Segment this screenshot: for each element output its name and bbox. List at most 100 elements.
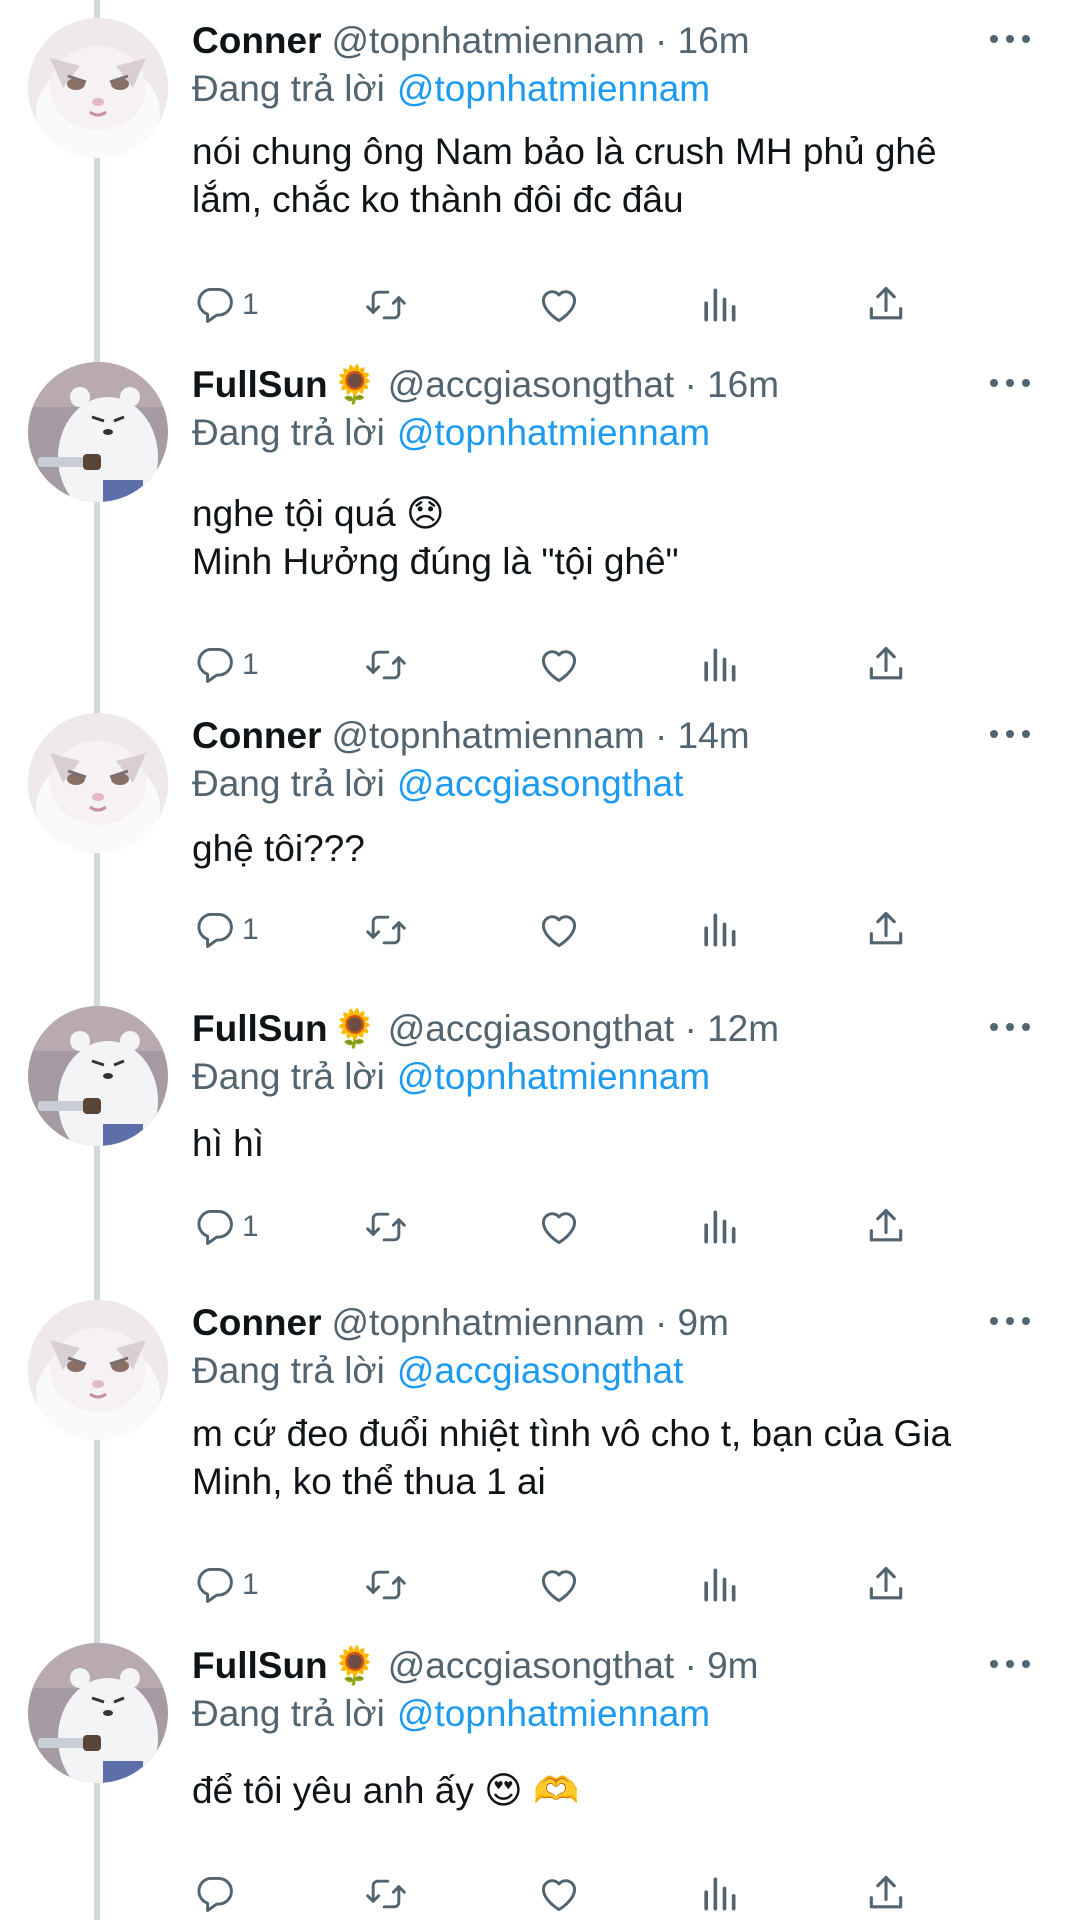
replying-to-mention[interactable]: @topnhatmiennam [397, 1056, 710, 1097]
views-button[interactable] [697, 905, 741, 955]
replying-to-mention[interactable]: @topnhatmiennam [397, 412, 710, 453]
tweet-actions [192, 1869, 952, 1919]
retweet-button[interactable] [364, 1202, 408, 1252]
reply-icon [197, 647, 233, 683]
share-icon [869, 911, 903, 945]
author-name[interactable]: Conner [192, 715, 322, 756]
tweet-header: FullSun 🌻 @accgiasongthat · 12m [192, 1006, 779, 1052]
author-handle-time: @topnhatmiennam · 16m [331, 20, 750, 61]
share-button[interactable] [864, 905, 908, 955]
share-button[interactable] [864, 1560, 908, 1610]
reply-icon [197, 912, 233, 948]
name-emoji: 🌻 [331, 1008, 378, 1049]
reply-button[interactable]: 1 [192, 280, 259, 330]
like-button[interactable] [537, 1202, 581, 1252]
author-handle-time: @accgiasongthat · 12m [387, 1008, 780, 1049]
like-button[interactable] [537, 905, 581, 955]
share-button[interactable] [864, 640, 908, 690]
author-handle-time: @topnhatmiennam · 14m [331, 715, 750, 756]
views-button[interactable] [697, 1202, 741, 1252]
share-button[interactable] [864, 1202, 908, 1252]
reply-count: 1 [242, 288, 259, 321]
more-icon[interactable] [990, 1649, 1030, 1679]
replying-to-mention[interactable]: @accgiasongthat [397, 763, 683, 804]
author-name[interactable]: FullSun [192, 1008, 328, 1049]
replying-to-mention[interactable]: @topnhatmiennam [397, 68, 710, 109]
tweet-text: nói chung ông Nam bảo là crush MH phủ gh… [192, 131, 937, 220]
heart-icon [541, 650, 577, 683]
avatar-cat[interactable] [28, 1300, 168, 1440]
avatar-bear[interactable] [28, 1643, 168, 1783]
reply-button[interactable]: 1 [192, 640, 259, 690]
heart-icon [541, 915, 577, 948]
avatar-cat[interactable] [28, 18, 168, 158]
replying-to-label: Đang trả lời [192, 68, 385, 109]
analytics-icon [704, 648, 736, 682]
name-emoji: 🌻 [331, 364, 378, 405]
like-button[interactable] [537, 280, 581, 330]
reply-icon [197, 287, 233, 323]
retweet-button[interactable] [364, 1560, 408, 1610]
replying-to-mention[interactable]: @topnhatmiennam [397, 1693, 710, 1734]
avatar-cat[interactable] [28, 713, 168, 853]
replying-to: Đang trả lời @topnhatmiennam [192, 1054, 710, 1100]
retweet-button[interactable] [364, 640, 408, 690]
reply-count: 1 [242, 1210, 259, 1243]
retweet-icon [366, 1212, 406, 1242]
tweet-header: Conner @topnhatmiennam · 14m [192, 713, 750, 759]
more-icon[interactable] [990, 719, 1030, 749]
share-icon [869, 1566, 903, 1600]
retweet-icon [366, 1570, 406, 1600]
reply-button[interactable] [192, 1869, 242, 1919]
more-icon[interactable] [990, 24, 1030, 54]
retweet-button[interactable] [364, 1869, 408, 1919]
views-button[interactable] [697, 640, 741, 690]
avatar-bear[interactable] [28, 1006, 168, 1146]
more-icon[interactable] [990, 1306, 1030, 1336]
retweet-icon [366, 290, 406, 320]
replying-to-label: Đang trả lời [192, 1056, 385, 1097]
reply-button[interactable]: 1 [192, 1560, 259, 1610]
like-button[interactable] [537, 640, 581, 690]
replying-to: Đang trả lời @topnhatmiennam [192, 66, 710, 112]
tweet-header: Conner @topnhatmiennam · 9m [192, 1300, 729, 1346]
tweet-actions: 1 [192, 905, 952, 955]
retweet-button[interactable] [364, 280, 408, 330]
reply-button[interactable]: 1 [192, 905, 259, 955]
more-icon[interactable] [990, 1012, 1030, 1042]
replying-to-label: Đang trả lời [192, 412, 385, 453]
replying-to: Đang trả lời @topnhatmiennam [192, 410, 710, 456]
retweet-button[interactable] [364, 905, 408, 955]
author-name[interactable]: Conner [192, 20, 322, 61]
like-button[interactable] [537, 1869, 581, 1919]
avatar-bear[interactable] [28, 362, 168, 502]
more-icon[interactable] [990, 368, 1030, 398]
replying-to: Đang trả lời @accgiasongthat [192, 761, 683, 807]
analytics-icon [704, 913, 736, 947]
author-name[interactable]: Conner [192, 1302, 322, 1343]
author-name[interactable]: FullSun [192, 364, 328, 405]
tweet-actions: 1 [192, 280, 952, 330]
reply-count: 1 [242, 1568, 259, 1601]
reply-button[interactable]: 1 [192, 1202, 259, 1252]
share-icon [869, 286, 903, 320]
analytics-icon [704, 1877, 736, 1911]
like-button[interactable] [537, 1560, 581, 1610]
share-icon [869, 646, 903, 680]
share-button[interactable] [864, 280, 908, 330]
thread-connector-line [94, 0, 100, 1920]
reply-count: 1 [242, 913, 259, 946]
replying-to-label: Đang trả lời [192, 1350, 385, 1391]
heart-icon [541, 1212, 577, 1245]
replying-to-mention[interactable]: @accgiasongthat [397, 1350, 683, 1391]
author-name[interactable]: FullSun [192, 1645, 328, 1686]
views-button[interactable] [697, 1560, 741, 1610]
tweet-actions: 1 [192, 1560, 952, 1610]
share-icon [869, 1875, 903, 1909]
replying-to-label: Đang trả lời [192, 1693, 385, 1734]
share-button[interactable] [864, 1869, 908, 1919]
tweet-actions: 1 [192, 640, 952, 690]
views-button[interactable] [697, 1869, 741, 1919]
tweet-header: FullSun 🌻 @accgiasongthat · 16m [192, 362, 779, 408]
views-button[interactable] [697, 280, 741, 330]
